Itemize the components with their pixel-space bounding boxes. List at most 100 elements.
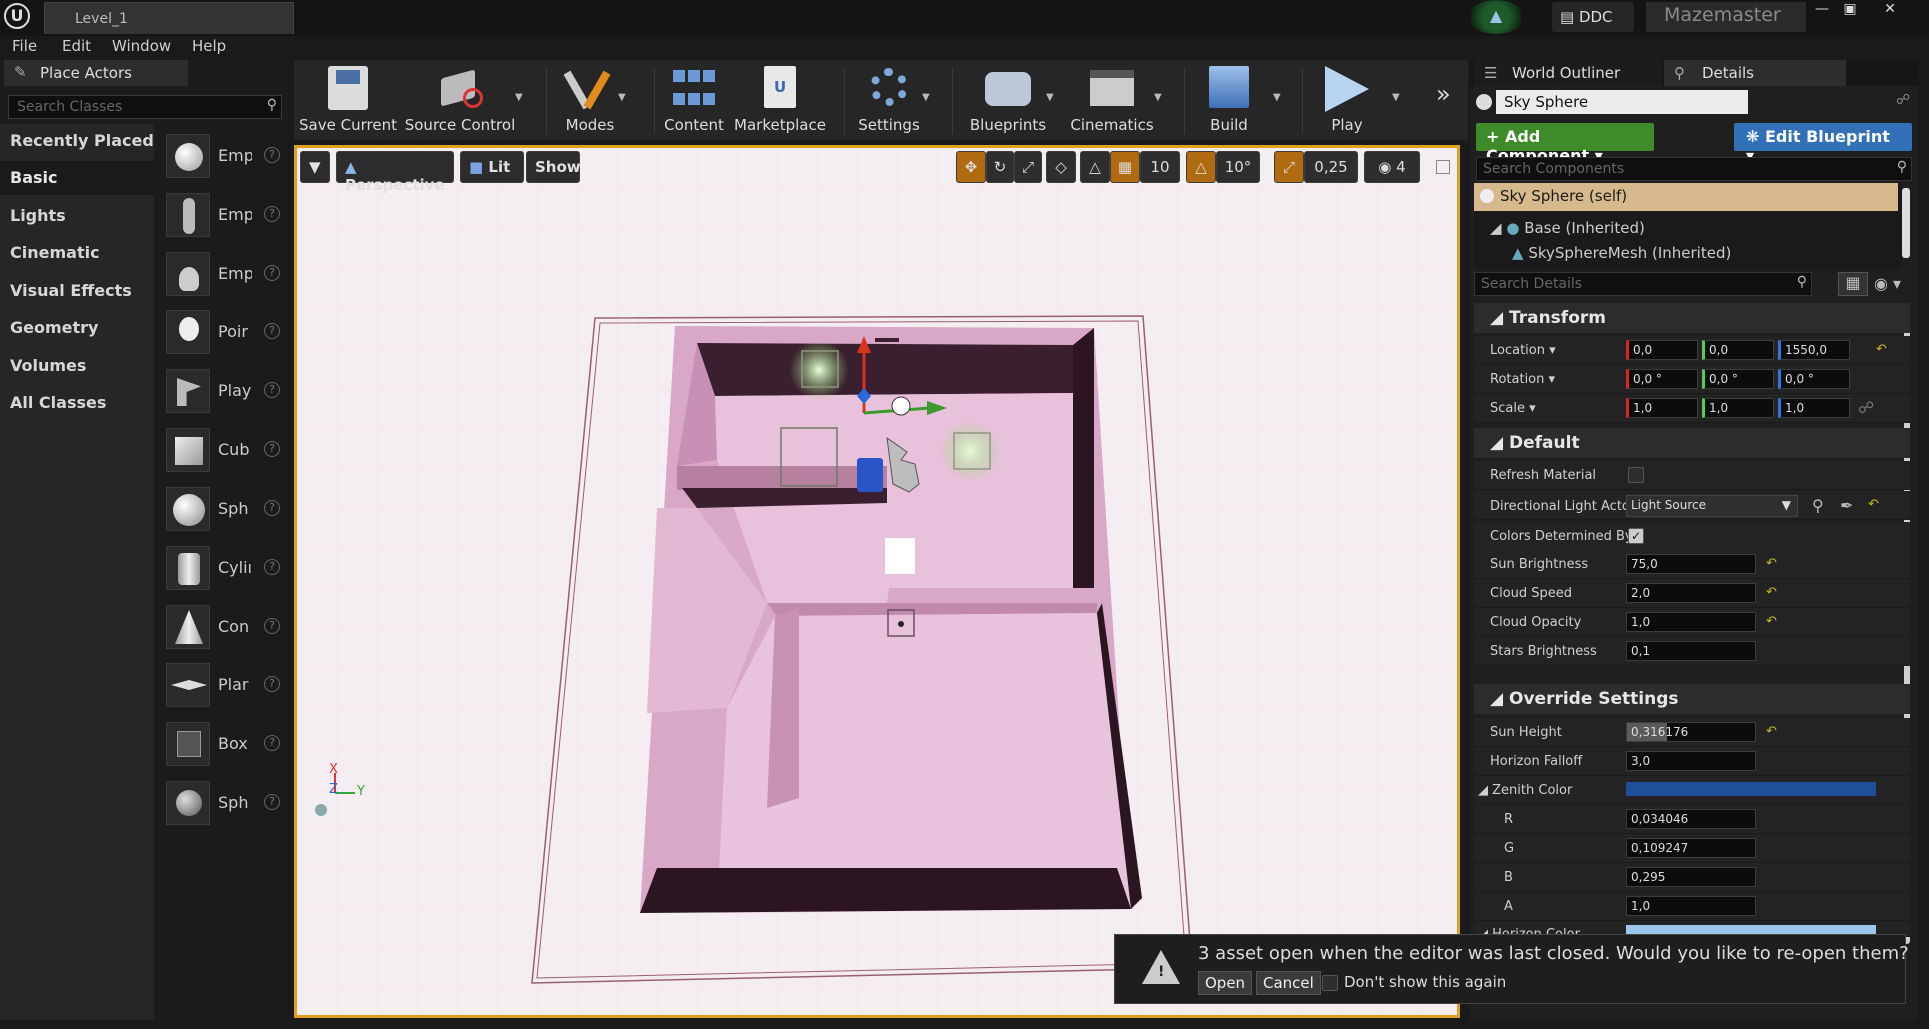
reset-to-default-icon[interactable]: ↶	[1876, 342, 1887, 357]
scale-mode-button[interactable]: ⤢	[1014, 151, 1042, 183]
menu-edit[interactable]: Edit	[62, 37, 91, 55]
minimize-button[interactable]: —	[1810, 0, 1834, 18]
close-button[interactable]: ✕	[1878, 0, 1902, 18]
location-label[interactable]: Location ▾	[1490, 343, 1556, 358]
actor-item[interactable]: Emp?	[166, 128, 280, 182]
marketplace-button[interactable]: U Marketplace	[734, 60, 826, 140]
horizon-falloff-field[interactable]: 3,0	[1626, 751, 1756, 771]
help-icon[interactable]: ?	[264, 441, 280, 457]
place-actors-tab[interactable]: ✎ Place Actors	[4, 60, 188, 86]
reset-to-default-icon[interactable]: ↶	[1766, 614, 1777, 629]
rotation-snap-toggle[interactable]: △	[1186, 151, 1216, 183]
zenith-color-label[interactable]: ◢ Zenith Color	[1478, 783, 1572, 798]
add-component-button[interactable]: + Add Component ▾	[1476, 123, 1654, 165]
scale-x-field[interactable]: 1,0	[1626, 398, 1698, 418]
category-all-classes[interactable]: All Classes	[0, 386, 154, 420]
visibility-filter-button[interactable]: ◉ ▾	[1874, 274, 1918, 296]
source-control-button[interactable]: Source Control	[404, 60, 516, 140]
scale-snap-toggle[interactable]: ⤢	[1274, 151, 1304, 183]
content-button[interactable]: Content	[662, 60, 726, 140]
search-components-input[interactable]: Search Components ⚲	[1476, 157, 1912, 181]
reset-to-default-icon[interactable]: ↶	[1766, 556, 1777, 571]
document-tab[interactable]: Level_1	[44, 2, 294, 34]
tab-world-outliner[interactable]: ☰ World Outliner	[1474, 60, 1662, 86]
cloud-speed-field[interactable]: 2,0	[1626, 583, 1756, 603]
grid-snap-toggle[interactable]: ▦	[1110, 151, 1140, 183]
reset-to-default-icon[interactable]: ↶	[1766, 585, 1777, 600]
help-icon[interactable]: ?	[264, 676, 280, 692]
category-cinematic[interactable]: Cinematic	[0, 236, 154, 270]
cinematics-button[interactable]: Cinematics	[1070, 60, 1154, 140]
chevron-down-icon[interactable]: ▼	[1046, 92, 1054, 103]
zenith-color-swatch[interactable]	[1626, 782, 1876, 796]
rotation-y-field[interactable]: 0,0 °	[1702, 369, 1774, 389]
actor-item[interactable]: Emp?	[166, 246, 280, 300]
actor-item[interactable]: Plar?	[166, 657, 280, 711]
perspective-button[interactable]: ▲ Perspective	[336, 151, 454, 194]
grid-snap-value[interactable]: 10	[1140, 151, 1180, 183]
scale-z-field[interactable]: 1,0	[1778, 398, 1850, 418]
component-tree-scrollbar[interactable]	[1902, 188, 1910, 258]
actor-item[interactable]: Emp?	[166, 187, 280, 241]
menu-help[interactable]: Help	[192, 37, 226, 55]
chevron-down-icon[interactable]: ▼	[922, 92, 930, 103]
reset-to-default-icon[interactable]: ↶	[1868, 497, 1879, 512]
maximize-button[interactable]: ▣	[1838, 0, 1862, 18]
chevron-down-icon[interactable]: ▼	[1273, 92, 1281, 103]
help-icon[interactable]: ?	[264, 382, 280, 398]
actor-item[interactable]: Con?	[166, 599, 280, 653]
help-icon[interactable]: ?	[264, 206, 280, 222]
scale-label[interactable]: Scale ▾	[1490, 401, 1536, 416]
zenith-r-field[interactable]: 0,034046	[1626, 809, 1756, 829]
transform-section-header[interactable]: ◢ Transform	[1474, 303, 1910, 333]
open-button[interactable]: Open	[1198, 971, 1253, 995]
show-button[interactable]: Show	[526, 151, 581, 183]
toolbar-overflow-button[interactable]: »	[1436, 80, 1451, 108]
zenith-a-field[interactable]: 1,0	[1626, 896, 1756, 916]
category-lights[interactable]: Lights	[0, 199, 154, 233]
rotation-label[interactable]: Rotation ▾	[1490, 372, 1555, 387]
sun-brightness-field[interactable]: 75,0	[1626, 554, 1756, 574]
help-icon[interactable]: ?	[264, 618, 280, 634]
browse-search-icon[interactable]: ⚲	[1812, 496, 1824, 515]
help-icon[interactable]: ?	[264, 559, 280, 575]
zenith-g-field[interactable]: 0,109247	[1626, 838, 1756, 858]
chevron-down-icon[interactable]: ▼	[618, 92, 626, 103]
location-x-field[interactable]: 0,0	[1626, 340, 1698, 360]
scale-snap-value[interactable]: 0,25	[1304, 151, 1358, 183]
actor-item[interactable]: Cyliı?	[166, 540, 280, 594]
property-matrix-button[interactable]: ▦	[1838, 272, 1868, 296]
location-y-field[interactable]: 0,0	[1702, 340, 1774, 360]
translate-mode-button[interactable]: ✥	[956, 151, 986, 183]
tab-details[interactable]: ⚲ Details	[1664, 60, 1846, 86]
surface-snap-button[interactable]: △	[1080, 151, 1110, 183]
chevron-down-icon[interactable]: ▼	[515, 92, 523, 103]
play-button[interactable]: Play	[1312, 60, 1382, 140]
edit-blueprint-button[interactable]: ❋ Edit Blueprint ▾	[1734, 123, 1912, 165]
stars-brightness-field[interactable]: 0,1	[1626, 641, 1756, 661]
cancel-button[interactable]: Cancel	[1256, 971, 1321, 995]
source-control-status-icon[interactable]: ▲	[1468, 0, 1524, 34]
sun-height-slider[interactable]: 0,316176	[1626, 722, 1756, 742]
lock-icon[interactable]: ☍	[1896, 92, 1910, 108]
level-viewport[interactable]: X Z Y	[294, 145, 1460, 1018]
rotation-x-field[interactable]: 0,0 °	[1626, 369, 1698, 389]
settings-button[interactable]: Settings	[852, 60, 926, 140]
blueprints-button[interactable]: Blueprints	[966, 60, 1050, 140]
coordinate-system-button[interactable]: ◇	[1046, 151, 1076, 183]
cloud-opacity-field[interactable]: 1,0	[1626, 612, 1756, 632]
modes-button[interactable]: Modes	[556, 60, 624, 140]
category-basic[interactable]: Basic	[0, 161, 154, 195]
ddc-indicator[interactable]: ▤ DDC	[1552, 2, 1634, 32]
dont-show-checkbox[interactable]	[1322, 975, 1338, 991]
search-details-input[interactable]: Search Details ⚲	[1474, 272, 1812, 296]
component-base[interactable]: ◢ ● Base (Inherited)	[1490, 219, 1645, 237]
help-icon[interactable]: ?	[264, 265, 280, 281]
chevron-down-icon[interactable]: ▼	[1392, 92, 1400, 103]
actor-item[interactable]: Poir?	[166, 304, 280, 358]
actor-item[interactable]: Play?	[166, 363, 280, 417]
directional-light-actor-dropdown[interactable]: Light Source ▼	[1626, 495, 1798, 517]
category-recently-placed[interactable]: Recently Placed	[0, 124, 154, 158]
lock-scale-icon[interactable]: ☍	[1858, 398, 1874, 417]
save-current-button[interactable]: Save Current	[296, 60, 400, 140]
